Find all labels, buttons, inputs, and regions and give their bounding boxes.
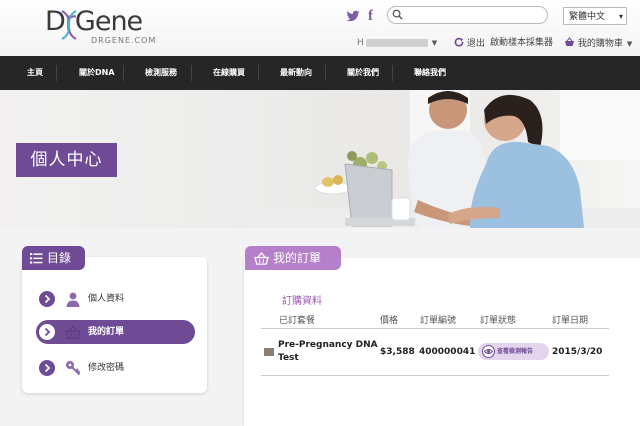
chevron-right-icon <box>39 360 55 376</box>
basket-icon <box>65 325 81 339</box>
drgene-logo[interactable]: DrGene DRGENE.COM <box>45 7 165 47</box>
twitter-icon[interactable] <box>346 9 360 23</box>
table-divider <box>261 328 609 329</box>
order-date-value: 2015/3/20 <box>552 347 603 357</box>
sidebar-item-label: 修改密碼 <box>88 363 125 373</box>
user-menu[interactable]: H ▼ <box>357 37 437 49</box>
package-name[interactable]: Pre-Pregnancy DNA Test <box>278 339 378 365</box>
nav-divider <box>258 65 259 81</box>
sidebar-header: 目錄 <box>22 246 85 270</box>
logout-label: 退出 <box>466 39 485 49</box>
column-header-order-date: 訂單日期 <box>552 316 589 326</box>
nav-item-about-us[interactable]: 關於我們 <box>347 56 379 90</box>
chevron-down-icon: ▼ <box>626 40 633 48</box>
column-header-order-number: 訂單編號 <box>420 316 457 326</box>
nav-item-contact-us[interactable]: 聯絡我們 <box>414 56 446 90</box>
cart-link[interactable]: 我的購物車 ▼ <box>564 37 632 50</box>
hero-banner: 個人中心 <box>0 90 640 228</box>
sidebar-item-profile[interactable]: 個人資料 <box>36 287 195 311</box>
table-divider <box>261 375 609 376</box>
search-icon <box>392 9 403 20</box>
main-nav: 主頁 關於DNA 檢測服務 在線購買 最新動向 關於我們 聯絡我們 <box>0 56 640 90</box>
chevron-right-icon <box>39 291 55 307</box>
nav-item-buy-online[interactable]: 在線購買 <box>213 56 245 90</box>
sidebar-item-label: 個人資料 <box>88 294 125 304</box>
nav-item-about-dna[interactable]: 關於DNA <box>79 56 115 90</box>
sidebar-title: 目錄 <box>47 251 72 265</box>
chevron-down-icon: ▼ <box>431 39 438 47</box>
basket-icon <box>254 251 269 265</box>
section-title: 訂購資料 <box>282 296 322 307</box>
chevron-down-icon: ▾ <box>618 12 623 21</box>
orders-title: 我的訂單 <box>273 251 322 265</box>
nav-divider <box>56 65 57 81</box>
nav-divider <box>325 65 326 81</box>
column-header-price: 價格 <box>380 316 399 326</box>
key-icon <box>66 361 81 376</box>
page-title: 個人中心 <box>16 143 117 177</box>
sidebar-item-my-orders[interactable]: 我的訂單 <box>36 320 195 344</box>
facebook-icon[interactable]: f <box>368 8 373 24</box>
view-report-button[interactable]: 查看檢測報告 <box>478 343 549 360</box>
column-header-package: 已訂套餐 <box>279 316 316 326</box>
language-select[interactable]: 繁體中文 ▾ <box>563 7 627 25</box>
eye-icon <box>482 345 495 358</box>
site-header: DrGene DRGENE.COM f 繁體中文 ▾ H ▼ 退出 啟動樣本採集器 <box>0 0 640 57</box>
search-box[interactable] <box>387 6 548 24</box>
redacted-username <box>365 38 428 47</box>
sidebar-item-change-password[interactable]: 修改密碼 <box>36 356 195 380</box>
nav-divider <box>123 65 124 81</box>
chevron-right-icon <box>39 324 55 340</box>
search-input[interactable] <box>406 8 542 21</box>
price-value: $3,588 <box>380 347 415 357</box>
logout-icon <box>454 37 464 47</box>
sidebar-item-label: 我的訂單 <box>88 327 125 337</box>
logo-subtitle: DRGENE.COM <box>91 36 157 45</box>
cart-icon <box>565 37 574 46</box>
person-icon <box>66 292 80 307</box>
nav-item-testing-services[interactable]: 檢測服務 <box>145 56 177 90</box>
column-header-order-status: 訂單狀態 <box>480 316 517 326</box>
cart-label: 我的購物車 <box>577 39 623 49</box>
user-name: H <box>357 38 364 48</box>
orders-header: 我的訂單 <box>245 246 341 270</box>
language-value: 繁體中文 <box>569 12 606 22</box>
product-thumbnail <box>264 348 274 356</box>
nav-item-latest-news[interactable]: 最新動向 <box>280 56 312 90</box>
dna-helix-icon <box>61 10 77 40</box>
view-report-label: 查看檢測報告 <box>497 348 534 355</box>
activate-kit-link[interactable]: 啟動樣本採集器 <box>490 37 553 49</box>
list-icon <box>30 253 43 264</box>
order-number-value: 400000041 <box>419 347 476 357</box>
logout-link[interactable]: 退出 <box>454 37 485 50</box>
activate-kit-label: 啟動樣本採集器 <box>490 38 554 48</box>
nav-divider <box>392 65 393 81</box>
nav-divider <box>191 65 192 81</box>
nav-item-home[interactable]: 主頁 <box>27 56 43 90</box>
